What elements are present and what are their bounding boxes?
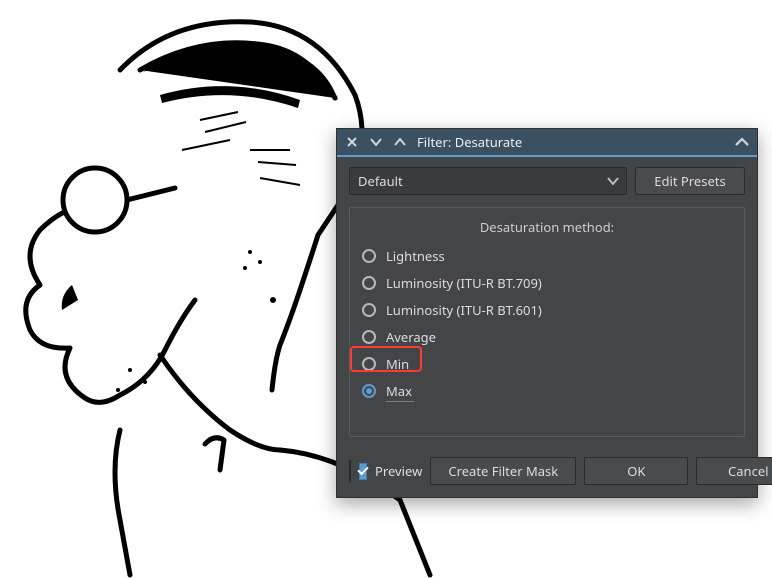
radio-option[interactable]: Max bbox=[362, 381, 732, 401]
cancel-button[interactable]: Cancel bbox=[696, 457, 772, 485]
preset-select[interactable]: Default bbox=[349, 167, 627, 195]
create-filter-mask-button[interactable]: Create Filter Mask bbox=[430, 457, 576, 485]
dialog-title: Filter: Desaturate bbox=[417, 133, 522, 151]
radio-indicator bbox=[362, 330, 376, 344]
ok-button[interactable]: OK bbox=[584, 457, 688, 485]
group-title: Desaturation method: bbox=[362, 218, 732, 236]
close-icon[interactable] bbox=[345, 135, 359, 149]
chevron-down-icon[interactable] bbox=[369, 135, 383, 149]
radio-label: Min bbox=[386, 355, 409, 373]
chevron-up-icon[interactable] bbox=[393, 135, 407, 149]
radio-label: Lightness bbox=[386, 247, 445, 265]
chevron-down-icon bbox=[606, 174, 620, 188]
radio-label: Max bbox=[386, 382, 412, 400]
compare-swatch[interactable] bbox=[349, 460, 351, 482]
radio-indicator bbox=[362, 303, 376, 317]
preview-checkbox[interactable] bbox=[359, 463, 367, 480]
radio-indicator bbox=[362, 384, 376, 398]
radio-option[interactable]: Luminosity (ITU-R BT.601) bbox=[362, 300, 732, 320]
radio-indicator bbox=[362, 249, 376, 263]
radio-option[interactable]: Average bbox=[362, 327, 732, 347]
radio-option[interactable]: Min bbox=[362, 354, 732, 374]
filter-dialog: Filter: Desaturate Default Edit Presets … bbox=[336, 128, 758, 498]
radio-label: Average bbox=[386, 328, 436, 346]
radio-option[interactable]: Luminosity (ITU-R BT.709) bbox=[362, 273, 732, 293]
collapse-icon[interactable] bbox=[735, 135, 749, 149]
radio-indicator bbox=[362, 276, 376, 290]
preview-label: Preview bbox=[375, 462, 422, 480]
titlebar[interactable]: Filter: Desaturate bbox=[337, 129, 757, 155]
edit-presets-button[interactable]: Edit Presets bbox=[635, 167, 745, 195]
radio-label: Luminosity (ITU-R BT.709) bbox=[386, 274, 542, 292]
preset-selected-label: Default bbox=[358, 172, 403, 190]
radio-option[interactable]: Lightness bbox=[362, 246, 732, 266]
radio-label: Luminosity (ITU-R BT.601) bbox=[386, 301, 542, 319]
radio-indicator bbox=[362, 357, 376, 371]
desaturation-method-group: Desaturation method: Lightness Luminosity… bbox=[349, 207, 745, 437]
